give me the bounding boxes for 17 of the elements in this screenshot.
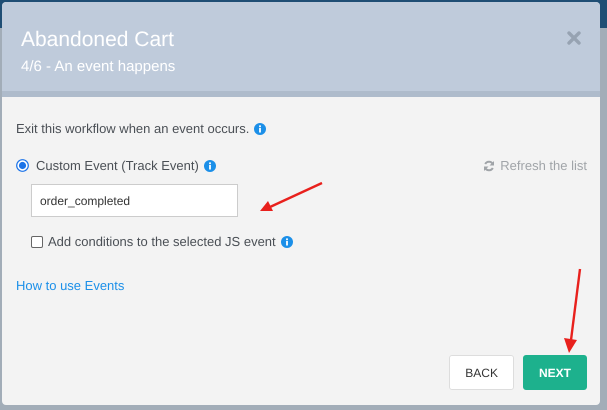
next-button[interactable]: NEXT (522, 355, 587, 390)
info-icon[interactable] (254, 122, 266, 134)
event-name-field[interactable]: order_completed (31, 184, 238, 217)
conditions-checkbox[interactable] (31, 236, 43, 248)
info-icon[interactable] (204, 160, 216, 172)
refresh-link[interactable]: Refresh the list (483, 158, 587, 173)
conditions-label: Add conditions to the selected JS event (48, 234, 276, 249)
description-text: Exit this workflow when an event occurs. (16, 121, 250, 136)
dialog-subtitle: 4/6 - An event happens (21, 57, 176, 77)
annotation-arrow (259, 180, 325, 213)
radio-button[interactable] (16, 159, 29, 172)
refresh-icon (483, 160, 496, 172)
back-button[interactable]: BACK (449, 355, 514, 390)
help-link[interactable]: How to use Events (16, 278, 124, 293)
info-icon[interactable] (280, 236, 293, 248)
dialog-title: Abandoned Cart (21, 27, 175, 53)
option-label: Custom Event (Track Event) (36, 158, 199, 173)
